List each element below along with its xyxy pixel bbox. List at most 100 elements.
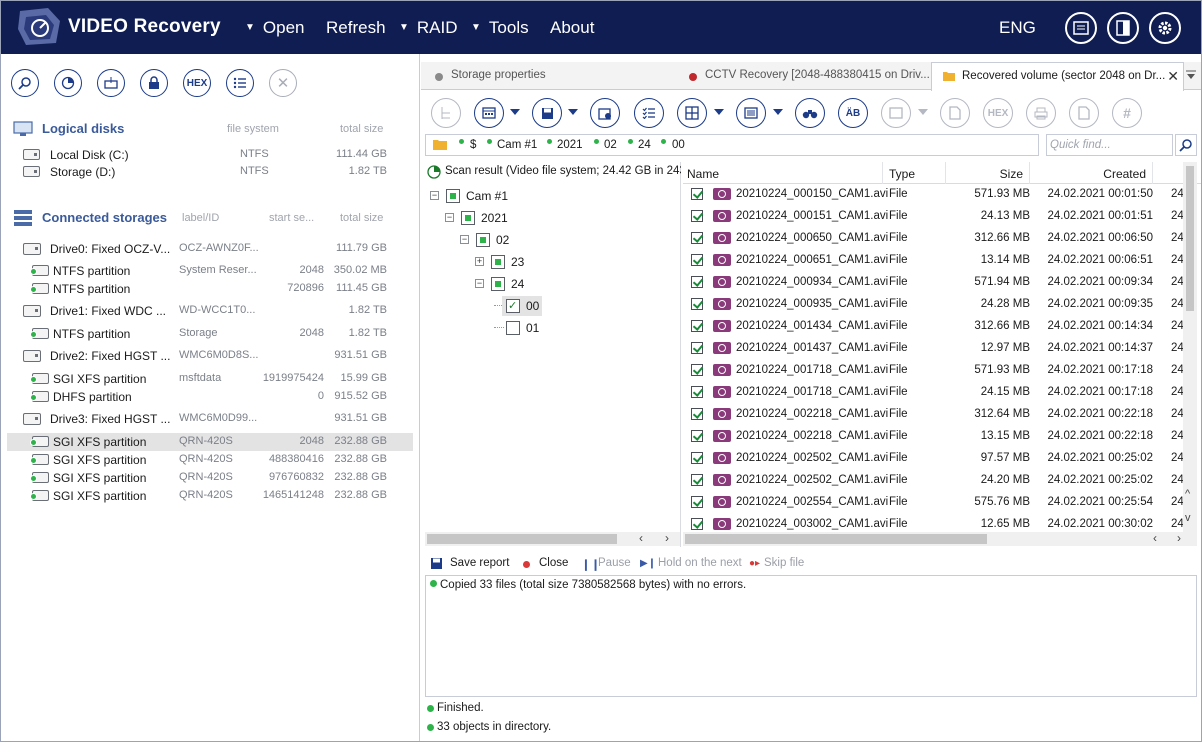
- breadcrumb-item[interactable]: Cam #1: [497, 139, 537, 151]
- folder-checkbox-icon[interactable]: [476, 233, 490, 247]
- row-checkbox[interactable]: [691, 276, 703, 288]
- scroll-up-icon[interactable]: ^: [1185, 488, 1190, 500]
- row-checkbox[interactable]: [691, 254, 703, 266]
- row-checkbox[interactable]: [691, 386, 703, 398]
- tree-node[interactable]: − Cam #1: [425, 186, 680, 206]
- folder-checkbox-icon[interactable]: [446, 189, 460, 203]
- breadcrumb-item[interactable]: 00: [672, 139, 685, 151]
- collapse-icon[interactable]: −: [460, 235, 469, 244]
- storage-drive-row[interactable]: Drive2: Fixed HGST ... WMC6M0D8S... 931.51…: [1, 347, 420, 365]
- table-row[interactable]: 20210224_000934_CAM1.avi File 571.94 MB 24.…: [683, 272, 1201, 294]
- scroll-right-icon[interactable]: ›: [665, 531, 669, 545]
- storage-drive-row[interactable]: Drive3: Fixed HGST ... WMC6M0D99... 931.51…: [1, 410, 420, 428]
- table-row[interactable]: 20210224_000651_CAM1.avi File 13.14 MB 24.0…: [683, 250, 1201, 272]
- table-row[interactable]: 20210224_002502_CAM1.avi File 24.20 MB 24.0…: [683, 470, 1201, 492]
- export-button[interactable]: [1069, 98, 1099, 128]
- folder-checkbox-icon[interactable]: [491, 255, 505, 269]
- table-row[interactable]: 20210224_001437_CAM1.avi File 12.97 MB 24.0…: [683, 338, 1201, 360]
- column-size[interactable]: Size: [946, 162, 1030, 184]
- table-row[interactable]: 20210224_002502_CAM1.avi File 97.57 MB 24.0…: [683, 448, 1201, 470]
- table-row[interactable]: 20210224_002218_CAM1.avi File 13.15 MB 24.0…: [683, 426, 1201, 448]
- row-checkbox[interactable]: [691, 408, 703, 420]
- open-file-button[interactable]: [940, 98, 970, 128]
- storage-partition-row[interactable]: NTFS partition Storage 2048 1.82 TB: [1, 325, 420, 343]
- close-log-button[interactable]: Close: [539, 557, 568, 569]
- tree-node[interactable]: ✓ 00: [425, 296, 680, 316]
- breadcrumb-item[interactable]: 02: [604, 139, 617, 151]
- row-checkbox[interactable]: [691, 232, 703, 244]
- grid-view-dropdown-icon[interactable]: [714, 109, 724, 115]
- hash-button[interactable]: #: [1112, 98, 1142, 128]
- folder-checkbox-icon[interactable]: [491, 277, 505, 291]
- storage-partition-row[interactable]: SGI XFS partition QRN-420S 976760832 232.88…: [1, 469, 420, 487]
- add-file-button[interactable]: [590, 98, 620, 128]
- storage-partition-row[interactable]: NTFS partition System Reser... 2048 350.02 …: [1, 262, 420, 280]
- scroll-left-icon[interactable]: ‹: [639, 531, 643, 545]
- menu-about[interactable]: About: [550, 18, 594, 38]
- tab-cctv-recovery[interactable]: CCTV Recovery [2048-488380415 on Driv...: [675, 62, 929, 90]
- skip-file-button[interactable]: Skip file: [764, 557, 804, 569]
- search-button[interactable]: [11, 69, 39, 97]
- breadcrumb-item[interactable]: 2021: [557, 139, 583, 151]
- pause-button[interactable]: Pause: [598, 557, 631, 569]
- row-checkbox[interactable]: [691, 298, 703, 310]
- menu-refresh[interactable]: Refresh: [326, 18, 386, 38]
- table-row[interactable]: 20210224_000935_CAM1.avi File 24.28 MB 24.0…: [683, 294, 1201, 316]
- close-tab-icon[interactable]: ✕: [1167, 68, 1179, 85]
- tab-storage-properties[interactable]: Storage properties: [421, 62, 673, 90]
- table-row[interactable]: 20210224_000650_CAM1.avi File 312.66 MB 24.…: [683, 228, 1201, 250]
- save-dropdown-icon[interactable]: [568, 109, 578, 115]
- tree-horizontal-scrollbar[interactable]: ‹ ›: [425, 531, 680, 546]
- storage-drive-row[interactable]: Drive1: Fixed WDC ... WD-WCC1T0... 1.82 TB: [1, 302, 420, 320]
- breadcrumb-item[interactable]: $: [470, 139, 476, 151]
- folder-checkbox-icon[interactable]: [461, 211, 475, 225]
- collapse-icon[interactable]: −: [445, 213, 454, 222]
- tree-node[interactable]: +23: [425, 252, 680, 272]
- preview-dropdown-icon[interactable]: [918, 109, 928, 115]
- folder-checkbox-icon[interactable]: [506, 321, 520, 335]
- row-checkbox[interactable]: [691, 210, 703, 222]
- row-checkbox[interactable]: [691, 430, 703, 442]
- menu-tools[interactable]: ▼ Tools: [471, 18, 529, 38]
- logical-disk-row[interactable]: Storage (D:) NTFS 1.82 TB: [1, 163, 420, 181]
- storage-drive-row[interactable]: Drive0: Fixed OCZ-V... OCZ-AWNZ0F... 111.7…: [1, 240, 420, 258]
- find-button[interactable]: [795, 98, 825, 128]
- row-checkbox[interactable]: [691, 518, 703, 530]
- checklist-button[interactable]: [634, 98, 664, 128]
- column-name[interactable]: Name: [683, 162, 883, 184]
- collapse-icon[interactable]: −: [430, 191, 439, 200]
- row-checkbox[interactable]: [691, 452, 703, 464]
- row-checkbox[interactable]: [691, 320, 703, 332]
- panel-toggle-button[interactable]: [1107, 12, 1139, 44]
- table-row[interactable]: 20210224_001434_CAM1.avi File 312.66 MB 24.…: [683, 316, 1201, 338]
- breadcrumb-item[interactable]: 24: [638, 139, 651, 151]
- tree-node[interactable]: − 2021: [425, 208, 680, 228]
- tree-node[interactable]: − 02: [425, 230, 680, 250]
- scroll-right-icon[interactable]: ›: [1177, 531, 1181, 545]
- print-button[interactable]: [1026, 98, 1056, 128]
- menu-open[interactable]: ▼ Open: [245, 18, 305, 38]
- save-report-button[interactable]: Save report: [450, 557, 509, 569]
- list-button[interactable]: [226, 69, 254, 97]
- tree-node[interactable]: 01: [425, 318, 680, 338]
- column-created[interactable]: Created: [1030, 162, 1153, 184]
- column-type[interactable]: Type: [883, 162, 946, 184]
- open-image-button[interactable]: [97, 69, 125, 97]
- log-button[interactable]: [1065, 12, 1097, 44]
- settings-button[interactable]: [1149, 12, 1181, 44]
- details-view-button[interactable]: [736, 98, 766, 128]
- save-button[interactable]: [532, 98, 562, 128]
- table-row[interactable]: 20210224_002554_CAM1.avi File 575.76 MB 24.…: [683, 492, 1201, 514]
- row-checkbox[interactable]: [691, 342, 703, 354]
- logical-disk-row[interactable]: Local Disk (C:) NTFS 111.44 GB: [1, 146, 420, 164]
- row-checkbox[interactable]: [691, 188, 703, 200]
- row-checkbox[interactable]: [691, 474, 703, 486]
- table-row[interactable]: 20210224_001718_CAM1.avi File 24.15 MB 24.0…: [683, 382, 1201, 404]
- tab-list-dropdown-icon[interactable]: [1185, 69, 1197, 81]
- row-checkbox[interactable]: [691, 364, 703, 376]
- storage-partition-row[interactable]: SGI XFS partition QRN-420S 1465141248 232.8…: [1, 487, 420, 505]
- language-selector[interactable]: ENG: [999, 18, 1036, 38]
- menu-raid[interactable]: ▼ RAID: [399, 18, 458, 38]
- file-list-horizontal-scrollbar[interactable]: ‹ ›: [683, 531, 1197, 546]
- row-checkbox[interactable]: [691, 496, 703, 508]
